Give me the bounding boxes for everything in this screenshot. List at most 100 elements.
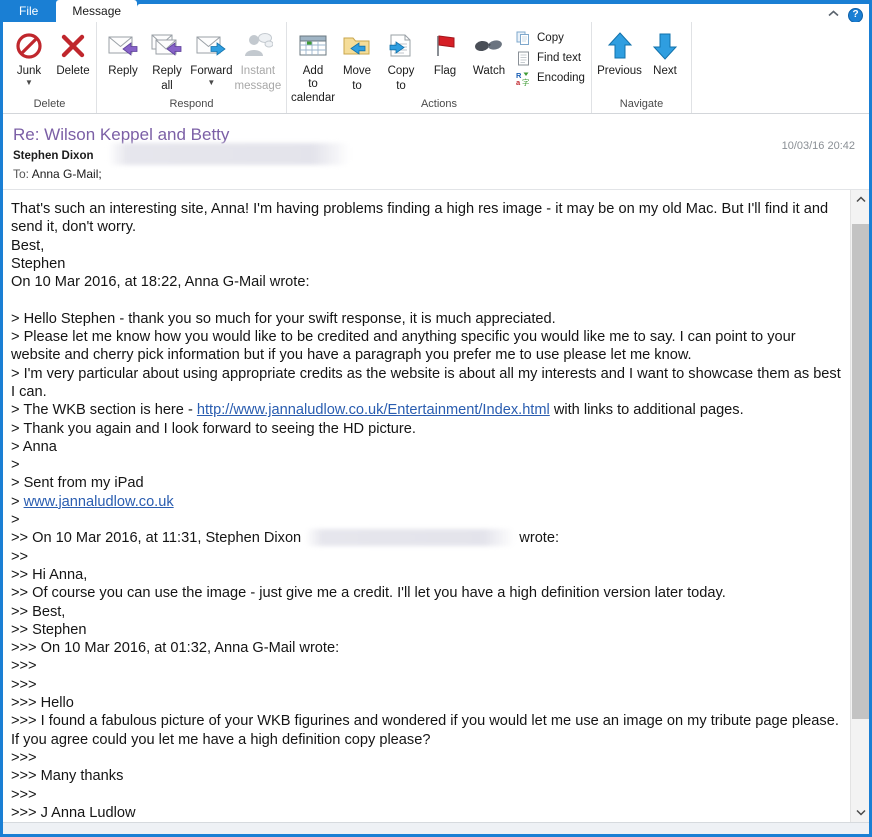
watch-button[interactable]: Watch	[467, 26, 511, 78]
encoding-button-label: Encoding	[537, 72, 585, 84]
find-text-button[interactable]: Find text	[511, 48, 589, 68]
ribbon-group-actions: Add to calendar Move to	[287, 22, 592, 113]
body-line: That's such an interesting site, Anna! I…	[11, 200, 844, 237]
scrollbar-thumb[interactable]	[852, 224, 869, 719]
encoding-button[interactable]: R a 字 Encoding	[511, 68, 589, 88]
reply-all-button[interactable]: Reply all	[145, 26, 189, 92]
redacted-email-address	[305, 529, 515, 546]
move-to-label-2: to	[352, 80, 362, 93]
body-line: > The WKB section is here - http://www.j…	[11, 401, 844, 419]
actions-small-buttons: Copy Find text	[511, 26, 589, 88]
copy-to-button[interactable]: Copy to	[379, 26, 423, 92]
forward-envelope-icon	[195, 29, 227, 63]
next-button-label: Next	[653, 65, 677, 78]
message-sender-row: Stephen Dixon	[13, 146, 855, 162]
person-chat-icon	[243, 29, 273, 63]
to-recipient[interactable]: Anna G-Mail;	[32, 167, 102, 181]
reply-button[interactable]: Reply	[101, 26, 145, 78]
ribbon-empty-space	[692, 22, 869, 113]
body-line: >	[11, 456, 844, 474]
document-copy-icon	[386, 29, 416, 63]
body-line-text: wrote:	[515, 530, 559, 546]
chevron-down-icon[interactable]: ▼	[207, 79, 215, 86]
ribbon-group-navigate: Previous Next Navigate	[592, 22, 692, 113]
arrow-up-icon	[606, 29, 634, 63]
no-entry-icon	[15, 29, 43, 63]
folder-move-icon	[342, 29, 372, 63]
copy-button-label: Copy	[537, 32, 564, 44]
previous-button-label: Previous	[597, 65, 642, 78]
glasses-icon	[473, 29, 505, 63]
body-line: >>> Many thanks	[11, 767, 844, 785]
ribbon: Junk ▼ Delete Delete	[3, 22, 869, 114]
body-line: > Anna	[11, 438, 844, 456]
body-line: > www.jannaludlow.co.uk	[11, 493, 844, 511]
scroll-down-button[interactable]	[851, 803, 870, 822]
reply-envelope-icon	[107, 29, 139, 63]
tab-strip-filler: ?	[137, 4, 869, 22]
ribbon-tab-strip: File Message ?	[3, 0, 869, 22]
reply-all-envelope-icon	[151, 29, 183, 63]
body-line: > Sent from my iPad	[11, 474, 844, 492]
copy-to-label-2: to	[396, 80, 406, 93]
forward-button-label: Forward	[190, 65, 232, 78]
forward-button[interactable]: Forward ▼	[189, 26, 234, 86]
ribbon-group-respond-items: Reply Reply all	[101, 26, 282, 94]
message-timestamp: 10/03/16 20:42	[782, 140, 855, 152]
body-line: >>>	[11, 657, 844, 675]
redacted-sender-address	[108, 143, 350, 165]
reply-button-label: Reply	[108, 65, 137, 78]
encoding-icon: R a 字	[515, 70, 532, 86]
chevron-down-icon[interactable]: ▼	[25, 79, 33, 86]
scroll-up-button[interactable]	[851, 190, 870, 209]
flag-button[interactable]: Flag	[423, 26, 467, 78]
message-subject: Re: Wilson Keppel and Betty	[13, 124, 855, 145]
red-x-icon	[59, 29, 87, 63]
help-icon[interactable]: ?	[848, 8, 863, 23]
body-line: >>>	[11, 676, 844, 694]
body-line: >>> I found a fabulous picture of your W…	[11, 712, 844, 749]
message-body-text[interactable]: That's such an interesting site, Anna! I…	[3, 190, 850, 822]
red-flag-icon	[431, 29, 459, 63]
tab-file[interactable]: File	[3, 0, 54, 22]
body-line: >>> On 10 Mar 2016, at 01:32, Anna G-Mai…	[11, 639, 844, 657]
move-to-button[interactable]: Move to	[335, 26, 379, 92]
body-line: > Please let me know how you would like …	[11, 328, 844, 365]
body-hyperlink[interactable]: http://www.jannaludlow.co.uk/Entertainme…	[197, 402, 550, 418]
next-button[interactable]: Next	[643, 26, 687, 78]
instant-message-button[interactable]: Instant message	[234, 26, 282, 92]
body-line-text: >> On 10 Mar 2016, at 11:31, Stephen Dix…	[11, 530, 305, 546]
body-hyperlink[interactable]: www.jannaludlow.co.uk	[24, 494, 174, 510]
body-line: > I'm very particular about using approp…	[11, 365, 844, 402]
delete-button[interactable]: Delete	[51, 26, 95, 78]
svg-text:字: 字	[522, 77, 530, 86]
body-line: >> Stephen	[11, 621, 844, 639]
body-line: >>>	[11, 786, 844, 804]
body-line: >> Hi Anna,	[11, 566, 844, 584]
arrow-down-icon	[651, 29, 679, 63]
previous-button[interactable]: Previous	[596, 26, 643, 78]
ribbon-group-delete: Junk ▼ Delete Delete	[3, 22, 97, 113]
reply-all-button-label-2: all	[161, 80, 173, 93]
ribbon-group-respond-label: Respond	[101, 98, 282, 113]
find-text-button-label: Find text	[537, 52, 581, 64]
message-body-area: That's such an interesting site, Anna! I…	[3, 190, 869, 822]
junk-button[interactable]: Junk ▼	[7, 26, 51, 86]
copy-to-label-1: Copy	[388, 65, 415, 78]
vertical-scrollbar[interactable]	[850, 190, 869, 822]
tab-message[interactable]: Message	[56, 0, 137, 22]
to-label: To:	[13, 167, 29, 181]
body-line: >> Best,	[11, 603, 844, 621]
chevron-up-icon[interactable]	[827, 9, 840, 21]
body-line: >>	[11, 548, 844, 566]
watch-button-label: Watch	[473, 65, 505, 78]
calendar-icon	[298, 29, 328, 63]
move-to-label-1: Move	[343, 65, 371, 78]
add-to-calendar-button[interactable]: Add to calendar	[291, 26, 335, 105]
body-line-text: with links to additional pages.	[550, 402, 744, 418]
body-line: >> Of course you can use the image - jus…	[11, 584, 844, 602]
body-line: >>> J Anna Ludlow	[11, 804, 844, 822]
copy-button[interactable]: Copy	[511, 28, 589, 48]
ribbon-group-actions-items: Add to calendar Move to	[291, 26, 587, 94]
body-line: On 10 Mar 2016, at 18:22, Anna G-Mail wr…	[11, 273, 844, 291]
